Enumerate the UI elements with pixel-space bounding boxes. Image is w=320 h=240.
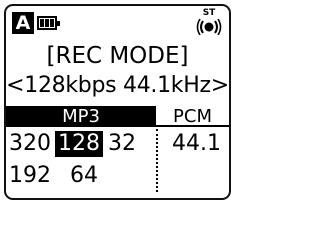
option-128-selected[interactable]: 128 bbox=[55, 131, 103, 157]
option-64[interactable]: 64 bbox=[70, 163, 98, 189]
option-192[interactable]: 192 bbox=[9, 163, 51, 189]
column-divider bbox=[156, 129, 158, 192]
tab-mp3[interactable]: MP3 bbox=[6, 106, 156, 127]
stereo-indicator: ST bbox=[195, 9, 223, 39]
stereo-mic-icon bbox=[196, 19, 222, 35]
menu-title: [REC MODE] bbox=[46, 43, 189, 69]
battery-icon bbox=[37, 16, 60, 30]
current-rec-mode-value: <128kbps 44.1kHz> bbox=[6, 73, 229, 98]
recorder-display: A ST [REC MODE] <128kbps 44.1kHz> MP3 PC… bbox=[4, 4, 231, 200]
option-32[interactable]: 32 bbox=[108, 131, 136, 157]
status-bar: A bbox=[12, 11, 64, 35]
option-44-1[interactable]: 44.1 bbox=[172, 131, 221, 157]
tab-pcm[interactable]: PCM bbox=[156, 106, 229, 127]
bitrate-option-grid: 320 128 32 192 64 44.1 bbox=[6, 127, 229, 198]
format-tabs: MP3 PCM bbox=[6, 106, 229, 127]
stereo-label: ST bbox=[202, 8, 216, 18]
option-320[interactable]: 320 bbox=[9, 131, 51, 157]
mode-indicator: A bbox=[12, 12, 34, 34]
